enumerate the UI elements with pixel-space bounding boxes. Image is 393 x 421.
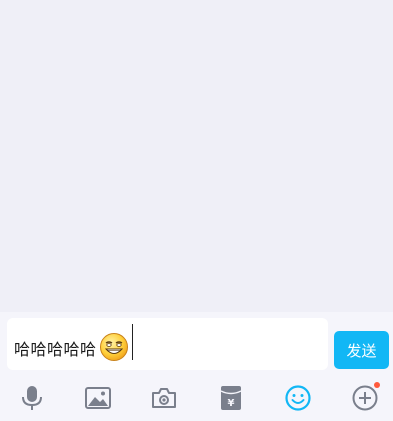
microphone-icon [20, 385, 44, 411]
message-input-text: 哈哈哈哈哈 [14, 340, 97, 359]
text-caret [131, 324, 133, 360]
red-packet-button[interactable]: ¥ [214, 381, 248, 415]
image-icon [85, 387, 111, 409]
microphone-button[interactable] [15, 381, 49, 415]
chat-message-area [0, 0, 393, 312]
grinning-face-emoji-icon [99, 332, 129, 362]
message-input[interactable]: 哈哈哈哈哈 [7, 318, 328, 370]
camera-button[interactable] [147, 381, 181, 415]
image-button[interactable] [81, 381, 115, 415]
message-composer: 哈哈哈哈哈 发送 ¥ [0, 312, 393, 421]
camera-icon [151, 387, 177, 409]
emoji-icon [285, 385, 311, 411]
svg-text:¥: ¥ [228, 398, 235, 409]
send-button[interactable]: 发送 [334, 331, 389, 369]
notification-badge [374, 382, 380, 388]
more-button[interactable] [348, 381, 382, 415]
composer-toolbar: ¥ [0, 376, 393, 421]
plus-icon [352, 385, 378, 411]
red-packet-icon: ¥ [220, 385, 242, 411]
emoji-button[interactable] [281, 381, 315, 415]
